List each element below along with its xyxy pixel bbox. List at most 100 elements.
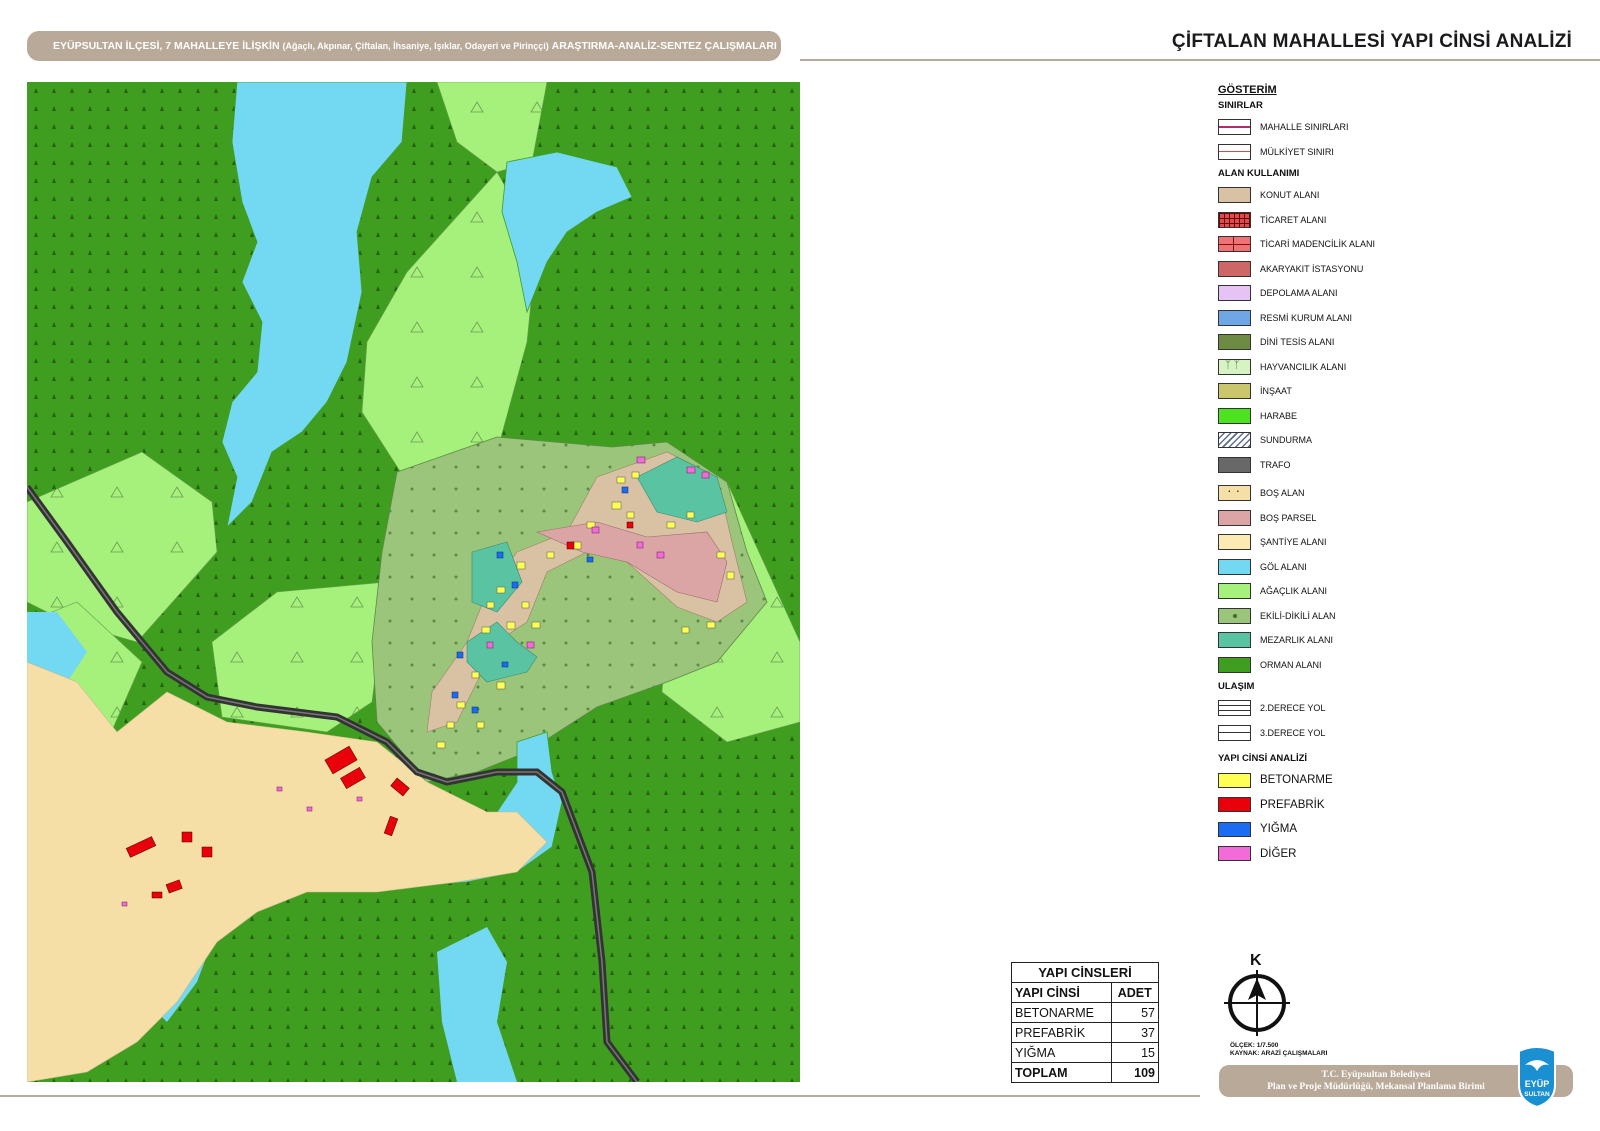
footer-divider [0, 1095, 1200, 1097]
table-header-count: ADET [1110, 982, 1159, 1003]
religious-swatch [1218, 334, 1251, 351]
legend-item-construction-site: ŞANTİYE ALANI [1218, 530, 1518, 555]
legend-item-residential: KONUT ALANI [1218, 183, 1518, 208]
legend-title: GÖSTERİM [1218, 84, 1277, 96]
table-total-count: 109 [1110, 1062, 1159, 1083]
legend-label: 3.DERECE YOL [1260, 727, 1326, 738]
agricultural-swatch [1218, 607, 1251, 624]
legend-label: EKİLİ-DİKİLİ ALAN [1260, 610, 1336, 621]
legend-item-storage: DEPOLAMA ALANI [1218, 281, 1518, 306]
table-cell-type: PREFABRİK [1011, 1022, 1112, 1043]
page-title: ÇİFTALAN MAHALLESİ YAPI CİNSİ ANALİZİ [1171, 31, 1572, 52]
north-arrow-icon [1224, 970, 1290, 1036]
legend-item-fuel-station: AKARYAKIT İSTASYONU [1218, 257, 1518, 282]
secondary-road-swatch [1218, 700, 1251, 717]
legend-label: MÜLKİYET SINIRI [1260, 146, 1334, 157]
mining-swatch [1218, 236, 1251, 253]
legend-label: MAHALLE SINIRLARI [1260, 122, 1349, 133]
table-row: PREFABRİK 37 [1011, 1022, 1159, 1043]
legend-label: YIĞMA [1260, 823, 1298, 836]
map-canvas[interactable] [27, 82, 800, 1082]
legend-label: TİCARET ALANI [1260, 214, 1327, 225]
footer-org-line2: Plan ve Proje Müdürlüğü, Mekansal Planla… [1267, 1082, 1485, 1092]
forest-swatch [1218, 656, 1251, 673]
legend-label: BETONARME [1260, 774, 1333, 787]
legend-item-neighborhood-boundary: MAHALLE SINIRLARI [1218, 115, 1518, 140]
legend-item-shed: SUNDURMA [1218, 428, 1518, 453]
tertiary-road-swatch [1218, 724, 1251, 741]
legend-label: TRAFO [1260, 459, 1291, 470]
legend-label: RESMİ KURUM ALANI [1260, 312, 1353, 323]
project-title-neighborhoods: (Ağaçlı, Akpınar, Çiftalan, İhsaniye, Iş… [282, 41, 549, 51]
building-type-table: YAPI CİNSLERİ YAPI CİNSİ ADET BETONARME … [1011, 962, 1159, 1083]
legend-label: DİĞER [1260, 847, 1297, 860]
legend-label: 2.DERECE YOL [1260, 703, 1326, 714]
diger-swatch [1218, 846, 1251, 862]
legend-item-construction: İNŞAAT [1218, 379, 1518, 404]
table-row: BETONARME 57 [1011, 1002, 1159, 1023]
livestock-swatch [1218, 358, 1251, 375]
legend-section-transport: ULAŞIM [1218, 681, 1255, 692]
commercial-swatch [1218, 211, 1251, 228]
table-total-label: TOPLAM [1011, 1062, 1112, 1083]
woodland-swatch [1218, 583, 1251, 600]
fuel-station-swatch [1218, 260, 1251, 277]
table-cell-type: BETONARME [1011, 1002, 1112, 1023]
legend-item-woodland: AĞAÇLIK ALANI [1218, 579, 1518, 604]
neighborhood-boundary-swatch [1218, 119, 1251, 136]
legend-label: DEPOLAMA ALANI [1260, 288, 1338, 299]
legend-label: HAYVANCILIK ALANI [1260, 361, 1347, 372]
empty-parcel-swatch [1218, 509, 1251, 526]
property-boundary-swatch [1218, 143, 1251, 160]
scale-label: ÖLÇEK: 1/7.500 [1230, 1042, 1279, 1049]
table-header-type: YAPI CİNSİ [1011, 982, 1112, 1003]
legend-item-cemetery: MEZARLIK ALANI [1218, 628, 1518, 653]
legend-label: TİCARİ MADENCİLİK ALANI [1260, 239, 1376, 250]
ruin-swatch [1218, 407, 1251, 424]
table-cell-count: 15 [1110, 1042, 1159, 1063]
header-divider [800, 59, 1600, 61]
legend-label: DİNİ TESİS ALANI [1260, 337, 1335, 348]
storage-swatch [1218, 285, 1251, 302]
public-institution-swatch [1218, 309, 1251, 326]
legend-label: HARABE [1260, 410, 1298, 421]
legend-item-religious: DİNİ TESİS ALANI [1218, 330, 1518, 355]
legend-section-boundaries: SINIRLAR [1218, 100, 1263, 111]
legend-label: ŞANTİYE ALANI [1260, 537, 1327, 548]
legend-item-diger: DİĞER [1218, 842, 1518, 867]
residential-swatch [1218, 187, 1251, 204]
legend-item-livestock: HAYVANCILIK ALANI [1218, 355, 1518, 380]
legend-label: SUNDURMA [1260, 435, 1313, 446]
table-total-row: TOPLAM 109 [1011, 1062, 1159, 1083]
empty-area-swatch [1218, 482, 1251, 502]
legend-label: KONUT ALANI [1260, 190, 1320, 201]
land-use-map [27, 82, 800, 1082]
legend-item-commercial: TİCARET ALANI [1218, 208, 1518, 233]
legend-item-ruin: HARABE [1218, 404, 1518, 429]
legend-item-forest: ORMAN ALANI [1218, 653, 1518, 678]
legend-section-land-use: ALAN KULLANIMI [1218, 168, 1300, 179]
betonarme-swatch [1218, 772, 1251, 788]
legend-label: AĞAÇLIK ALANI [1260, 586, 1328, 597]
transformer-swatch [1218, 456, 1251, 473]
legend-label: İNŞAAT [1260, 386, 1292, 397]
legend-item-transformer: TRAFO [1218, 453, 1518, 478]
legend-item-empty-area: BOŞ ALAN [1218, 481, 1518, 506]
yigma-swatch [1218, 821, 1251, 837]
legend-item-yigma: YIĞMA [1218, 817, 1518, 842]
legend-item-betonarme: BETONARME [1218, 768, 1518, 793]
shed-swatch [1218, 432, 1251, 449]
construction-site-swatch [1218, 534, 1251, 551]
legend-item-tertiary-road: 3.DERECE YOL [1218, 721, 1518, 746]
legend-label: BOŞ PARSEL [1260, 512, 1317, 523]
legend-label: AKARYAKIT İSTASYONU [1260, 263, 1364, 274]
table-cell-type: YIĞMA [1011, 1042, 1112, 1063]
legend-item-public-institution: RESMİ KURUM ALANI [1218, 306, 1518, 331]
lake-swatch [1218, 558, 1251, 575]
legend-item-empty-parcel: BOŞ PARSEL [1218, 506, 1518, 531]
legend-item-agricultural: EKİLİ-DİKİLİ ALAN [1218, 604, 1518, 629]
legend-label: MEZARLIK ALANI [1260, 635, 1334, 646]
logo-text-2: SULTAN [1524, 1091, 1550, 1098]
legend-item-mining: TİCARİ MADENCİLİK ALANI [1218, 232, 1518, 257]
legend-section-building-type: YAPI CİNSİ ANALİZİ [1218, 753, 1308, 764]
